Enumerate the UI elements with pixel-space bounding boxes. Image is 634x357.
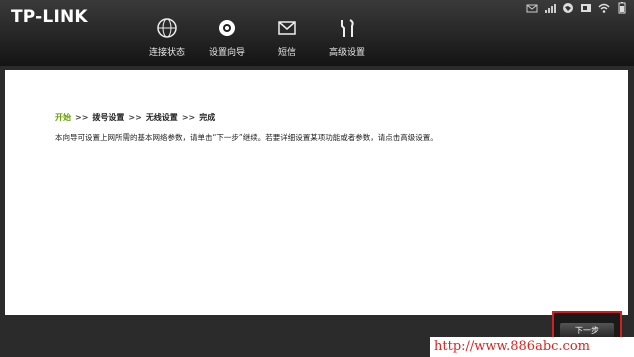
nav-item-advanced-settings[interactable]: 高级设置: [318, 13, 376, 58]
nav-label: 设置向导: [208, 48, 245, 58]
signal-icon: [544, 2, 556, 14]
envelope-icon: [276, 17, 298, 39]
nav-label: 短信: [277, 48, 296, 58]
step-wireless: 无线设置: [145, 113, 178, 122]
mail-icon: [526, 2, 538, 14]
nav-item-setup-wizard[interactable]: 设置向导: [198, 13, 256, 58]
step-separator: >>: [75, 113, 89, 122]
step-separator: >>: [181, 113, 196, 122]
wizard-description: 本向导可设置上网所需的基本网络参数，请单击“下一步”继续。若要详细设置某项功能或…: [55, 133, 438, 142]
nav-label: 连接状态: [148, 48, 185, 58]
step-start: 开始: [55, 113, 71, 122]
nav-label: 高级设置: [328, 48, 365, 58]
wizard-panel: 开始 >> 拨号设置 >> 无线设置 >> 完成 本向导可设置上网所需的基本网络参数，请单击…: [5, 70, 628, 315]
brand-logo: TP-LINK: [11, 7, 88, 27]
globe-icon: [562, 2, 574, 14]
battery-icon: [616, 2, 628, 14]
status-icons: [526, 2, 628, 14]
globe-icon: [156, 17, 178, 39]
step-separator: >>: [128, 113, 142, 122]
nav-item-sms[interactable]: 短信: [258, 13, 316, 58]
gear-icon: [216, 17, 238, 39]
wizard-steps: 开始 >> 拨号设置 >> 无线设置 >> 完成: [55, 112, 215, 123]
tools-icon: [336, 17, 358, 39]
sim-icon: [580, 2, 592, 14]
nav-item-connection-status[interactable]: 连接状态: [138, 13, 196, 58]
watermark: http://www.886abc.com: [430, 337, 634, 357]
step-dialup: 拨号设置: [92, 113, 125, 122]
step-finish: 完成: [199, 113, 216, 122]
main-nav: 连接状态 设置向导 短信 高级设置: [138, 13, 378, 58]
wifi-icon: [598, 2, 610, 14]
top-bar: TP-LINK 连接状态 设置向导 短信 高级设置: [0, 0, 634, 66]
